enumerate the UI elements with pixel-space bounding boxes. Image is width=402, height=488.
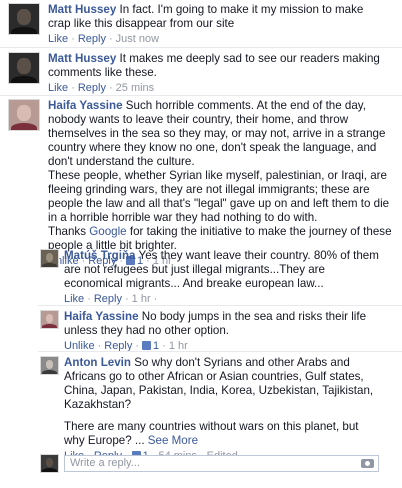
- like-button[interactable]: Like: [64, 293, 84, 305]
- reply-placeholder: Write a reply...: [70, 457, 140, 469]
- author-name[interactable]: Matúš Trgiňa: [64, 249, 136, 262]
- timestamp[interactable]: Just now: [116, 33, 159, 45]
- avatar[interactable]: [8, 52, 40, 84]
- reply-anton: Anton Levin So why don't Syrians and oth…: [40, 356, 398, 463]
- reply-text: Matúš Trgiňa Yes they want leave their c…: [64, 249, 379, 290]
- comment-matt-2: Matt Hussey It makes me deeply sad to se…: [8, 52, 398, 95]
- author-name[interactable]: Haifa Yassine: [64, 310, 139, 323]
- comment-text: Matt Hussey It makes me deeply sad to se…: [48, 52, 380, 79]
- reply-button[interactable]: Reply: [78, 33, 106, 45]
- avatar[interactable]: [40, 310, 59, 329]
- comment-matt-1: Matt Hussey In fact. I'm going to make i…: [8, 3, 398, 46]
- current-user-avatar: [40, 454, 59, 473]
- camera-icon[interactable]: [361, 459, 374, 468]
- reply-button[interactable]: Reply: [94, 293, 122, 305]
- like-button[interactable]: Like: [48, 82, 68, 94]
- divider: [38, 305, 402, 306]
- author-name[interactable]: Anton Levin: [64, 356, 131, 369]
- timestamp[interactable]: 25 mins: [116, 82, 155, 94]
- comment-actions: Like · Reply · Just now: [48, 33, 160, 45]
- google-link[interactable]: Google: [89, 225, 126, 238]
- reply-matus: Matúš Trgiňa Yes they want leave their c…: [40, 249, 398, 306]
- avatar[interactable]: [8, 99, 40, 131]
- author-name[interactable]: Matt Hussey: [48, 52, 116, 65]
- reply-text: Haifa Yassine No body jumps in the sea a…: [64, 310, 367, 337]
- divider: [38, 351, 402, 352]
- reply-text: Anton Levin So why don't Syrians and oth…: [64, 356, 374, 447]
- comment-actions: Like · Reply · 25 mins: [48, 82, 155, 94]
- reply-actions: Like · Reply · 1 hr ·: [64, 293, 158, 305]
- avatar[interactable]: [40, 249, 59, 268]
- thumbs-up-icon: [142, 341, 152, 350]
- reply-input[interactable]: Write a reply...: [64, 455, 379, 472]
- timestamp[interactable]: 1 hr: [132, 293, 151, 305]
- comment-haifa: Haifa Yassine Such horrible comments. At…: [8, 99, 400, 268]
- author-name[interactable]: Matt Hussey: [48, 3, 116, 16]
- reply-button[interactable]: Reply: [78, 82, 106, 94]
- divider: [0, 95, 402, 96]
- avatar[interactable]: [8, 3, 40, 35]
- divider: [0, 47, 402, 48]
- avatar[interactable]: [40, 356, 59, 375]
- reply-haifa: Haifa Yassine No body jumps in the sea a…: [40, 310, 398, 353]
- comment-text: Matt Hussey In fact. I'm going to make i…: [48, 3, 364, 30]
- comment-text: Haifa Yassine Such horrible comments. At…: [48, 99, 392, 252]
- like-button[interactable]: Like: [48, 33, 68, 45]
- author-name[interactable]: Haifa Yassine: [48, 99, 123, 112]
- see-more-link[interactable]: See More: [148, 434, 198, 447]
